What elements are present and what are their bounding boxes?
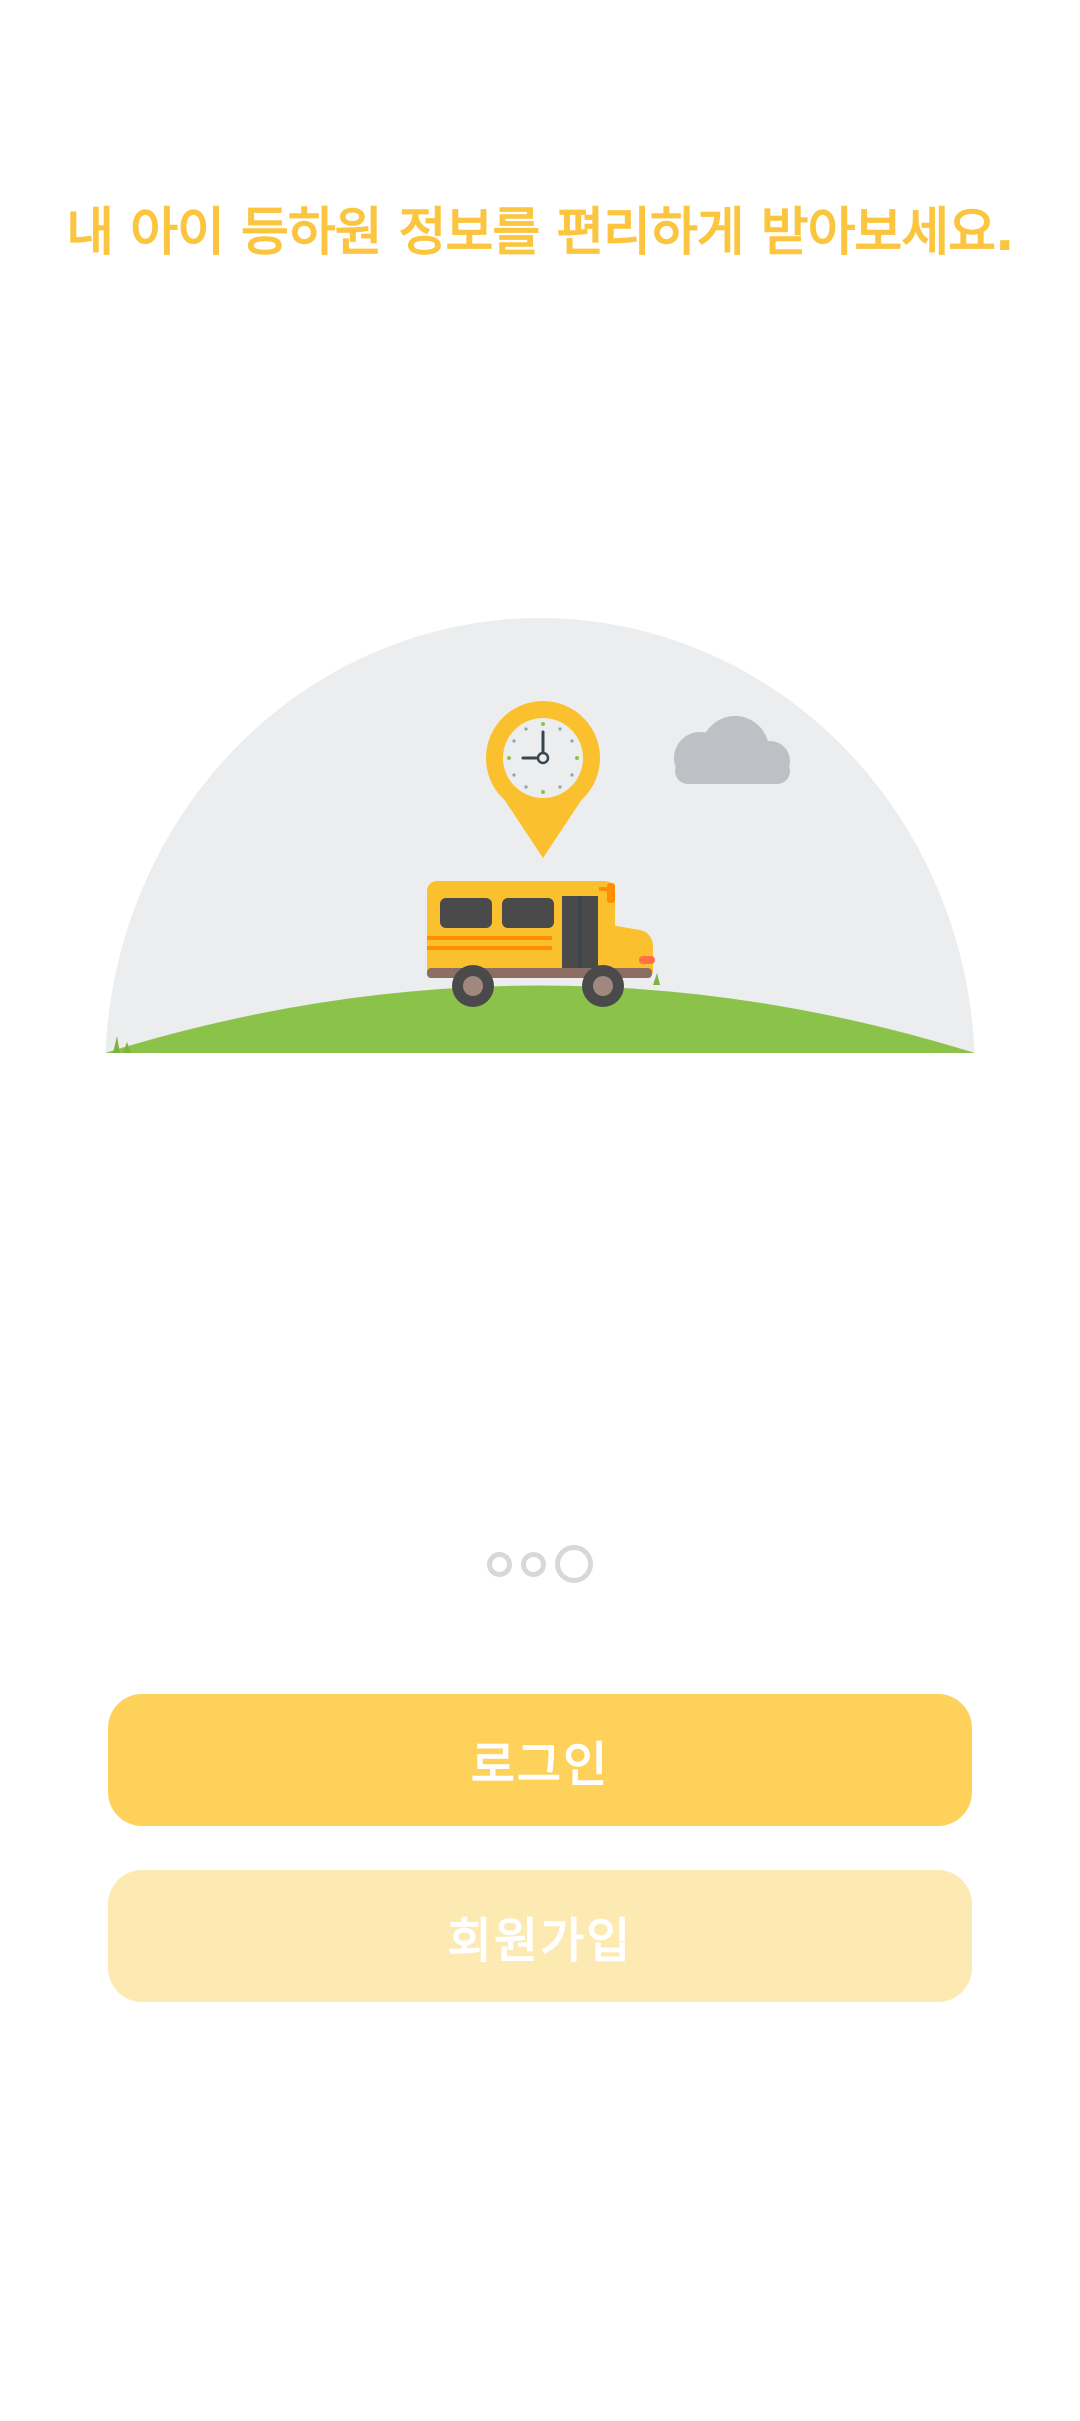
login-button[interactable]: 로그인: [108, 1694, 972, 1826]
signup-button[interactable]: 회원가입: [108, 1870, 972, 2002]
page-dot-active[interactable]: [555, 1545, 593, 1583]
page-dot[interactable]: [487, 1551, 512, 1577]
page-dot[interactable]: [521, 1551, 546, 1577]
onboarding-headline: 내 아이 등하원 정보를 편리하게 받아보세요.: [66, 203, 1014, 263]
page-indicator: [0, 1542, 1080, 1586]
school-bus-illustration: [105, 618, 975, 1058]
